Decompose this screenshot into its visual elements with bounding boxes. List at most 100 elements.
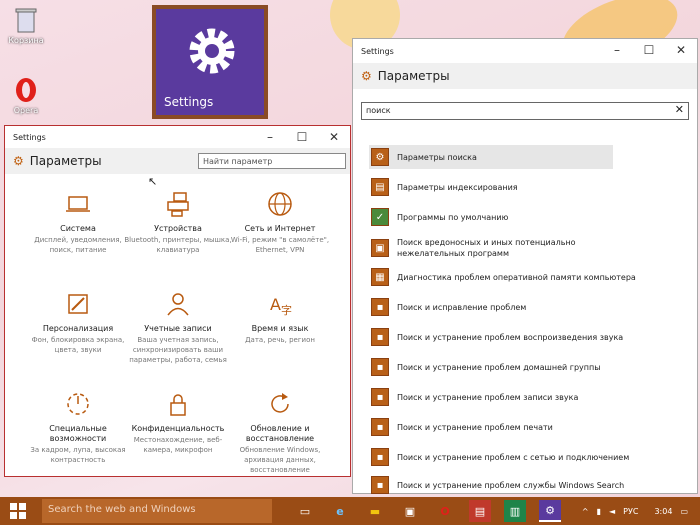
result-item[interactable]: ▪ Поиск и устранение проблем с сетью и по… xyxy=(371,445,629,469)
result-item[interactable]: ▪ Поиск и устранение проблем домашней гру… xyxy=(371,355,601,379)
lock-icon xyxy=(164,390,192,418)
laptop-icon xyxy=(64,190,92,218)
malware-scan-icon: ▣ xyxy=(371,239,389,257)
close-button[interactable]: ✕ xyxy=(318,126,350,148)
start-button[interactable] xyxy=(10,503,26,522)
category-accessibility[interactable]: Специальные возможности За кадром, лупа,… xyxy=(23,390,133,465)
result-label: Поиск и устранение проблем домашней груп… xyxy=(397,362,601,372)
minimize-button[interactable]: – xyxy=(601,39,633,61)
troubleshoot-icon: ▪ xyxy=(371,448,389,466)
troubleshoot-icon: ▪ xyxy=(371,328,389,346)
app-green-icon[interactable]: ▥ xyxy=(504,500,526,522)
category-desc: Дисплей, уведомления, поиск, питание xyxy=(34,236,122,254)
category-system[interactable]: Система Дисплей, уведомления, поиск, пит… xyxy=(23,190,133,255)
taskbar-search-input[interactable]: Search the web and Windows xyxy=(42,499,272,523)
category-title: Устройства xyxy=(154,224,202,233)
title-bar[interactable]: Settings – ☐ ✕ xyxy=(5,126,350,148)
category-update[interactable]: Обновление и восстановление Обновление W… xyxy=(225,390,335,475)
category-desc: Wi-Fi, режим "в самолёте", Ethernet, VPN xyxy=(230,236,330,254)
settings-window-right: Settings – ☐ ✕ ⚙ Параметры поиск ✕ ⚙ Пара… xyxy=(352,38,698,494)
category-desc: Ваша учетная запись, синхронизировать ва… xyxy=(129,336,227,364)
troubleshoot-icon: ▪ xyxy=(371,476,389,494)
settings-tile[interactable]: Settings xyxy=(152,5,268,119)
category-desc: Местонахождение, веб-камера, микрофон xyxy=(133,436,223,454)
result-item[interactable]: ▣ Поиск вредоносных и иных потенциально н… xyxy=(371,235,577,261)
search-input-value: поиск xyxy=(366,106,391,115)
settings-taskbar-icon[interactable]: ⚙ xyxy=(539,500,561,522)
opera-icon[interactable]: O xyxy=(434,500,456,522)
time-language-icon: A字 xyxy=(266,290,294,318)
windows-logo-icon xyxy=(10,503,26,519)
memory-diagnostic-icon: ▦ xyxy=(371,268,389,286)
category-title: Специальные возможности xyxy=(49,424,107,443)
gear-icon: ⚙ xyxy=(13,154,24,168)
clear-search-icon[interactable]: ✕ xyxy=(675,103,684,116)
category-accounts[interactable]: Учетные записи Ваша учетная запись, синх… xyxy=(123,290,233,365)
indexing-icon: ▤ xyxy=(371,178,389,196)
gear-icon: ⚙ xyxy=(371,148,389,166)
search-input[interactable]: поиск ✕ xyxy=(361,102,689,120)
store-icon[interactable]: ▣ xyxy=(399,500,421,522)
minimize-button[interactable]: – xyxy=(254,126,286,148)
result-label: Диагностика проблем оперативной памяти к… xyxy=(397,272,636,282)
category-personalization[interactable]: Персонализация Фон, блокировка экрана, ц… xyxy=(23,290,133,355)
category-privacy[interactable]: Конфиденциальность Местонахождение, веб-… xyxy=(123,390,233,455)
result-item[interactable]: ▦ Диагностика проблем оперативной памяти … xyxy=(371,265,636,289)
result-label: Параметры поиска xyxy=(397,152,477,162)
file-explorer-icon[interactable]: ▬ xyxy=(364,500,386,522)
accessibility-icon xyxy=(64,390,92,418)
search-input[interactable]: Найти параметр xyxy=(198,153,346,169)
devices-icon xyxy=(164,190,192,218)
troubleshoot-icon: ▪ xyxy=(371,418,389,436)
desktop-icon-opera[interactable]: Opera xyxy=(6,76,46,115)
result-item[interactable]: ▪ Поиск и устранение проблем печати xyxy=(371,415,553,439)
category-desc: Фон, блокировка экрана, цвета, звуки xyxy=(31,336,125,354)
category-time-language[interactable]: A字 Время и язык Дата, речь, регион xyxy=(225,290,335,345)
category-title: Время и язык xyxy=(251,324,309,333)
svg-text:字: 字 xyxy=(281,303,292,317)
result-label: Поиск и устранение проблем с сетью и под… xyxy=(397,452,630,462)
close-button[interactable]: ✕ xyxy=(665,39,697,61)
task-view-icon[interactable]: ▭ xyxy=(294,500,316,522)
gear-icon xyxy=(189,28,235,74)
chevron-up-icon[interactable]: ^ xyxy=(582,507,589,516)
troubleshoot-icon: ▪ xyxy=(371,358,389,376)
result-label: Поиск и устранение проблем записи звука xyxy=(397,392,579,402)
result-item[interactable]: ▤ Параметры индексирования xyxy=(371,175,518,199)
result-item[interactable]: ✓ Программы по умолчанию xyxy=(371,205,508,229)
result-item[interactable]: ▪ Поиск и устранение проблем записи звука xyxy=(371,385,578,409)
tile-label: Settings xyxy=(164,95,214,109)
volume-icon[interactable]: ◄ xyxy=(609,507,615,516)
edge-icon[interactable]: e xyxy=(329,500,351,522)
network-icon[interactable]: ▮ xyxy=(597,507,601,516)
language-indicator[interactable]: РУС xyxy=(623,507,638,516)
app-red-icon[interactable]: ▤ xyxy=(469,500,491,522)
taskbar: Search the web and Windows ▭ e ▬ ▣ O ▤ ▥… xyxy=(0,497,700,525)
maximize-button[interactable]: ☐ xyxy=(633,39,665,61)
result-label: Поиск вредоносных и иных потенциально не… xyxy=(397,238,576,258)
result-item[interactable]: ⚙ Параметры поиска xyxy=(369,145,613,169)
title-bar[interactable]: Settings – ☐ ✕ xyxy=(353,39,697,63)
category-network[interactable]: Сеть и Интернет Wi-Fi, режим "в самолёте… xyxy=(225,190,335,255)
maximize-button[interactable]: ☐ xyxy=(286,126,318,148)
window-title: Settings xyxy=(13,132,46,142)
desktop-icon-label: Корзина xyxy=(8,36,44,45)
default-programs-icon: ✓ xyxy=(371,208,389,226)
category-title: Конфиденциальность xyxy=(131,424,225,433)
refresh-icon xyxy=(266,390,294,418)
category-devices[interactable]: Устройства Bluetooth, принтеры, мышка, к… xyxy=(123,190,233,255)
mouse-cursor-icon: ↖ xyxy=(148,175,158,188)
result-item[interactable]: ▪ Поиск и устранение проблем воспроизведе… xyxy=(371,325,623,349)
category-title: Учетные записи xyxy=(144,324,212,333)
category-title: Обновление и восстановление xyxy=(245,424,315,443)
notifications-icon[interactable]: ▭ xyxy=(680,507,688,516)
system-tray: ^ ▮ ◄ РУС 3:04 ▭ xyxy=(582,497,688,525)
result-item[interactable]: ▪ Поиск и исправление проблем xyxy=(371,295,526,319)
troubleshoot-icon: ▪ xyxy=(371,388,389,406)
category-desc: Дата, речь, регион xyxy=(245,336,315,344)
clock[interactable]: 3:04 xyxy=(654,507,672,516)
result-item[interactable]: ▪ Поиск и устранение проблем службы Windo… xyxy=(371,473,624,497)
result-label: Поиск и устранение проблем печати xyxy=(397,422,553,432)
category-title: Система xyxy=(60,224,96,233)
desktop-icon-recycle-bin[interactable]: Корзина xyxy=(6,6,46,45)
